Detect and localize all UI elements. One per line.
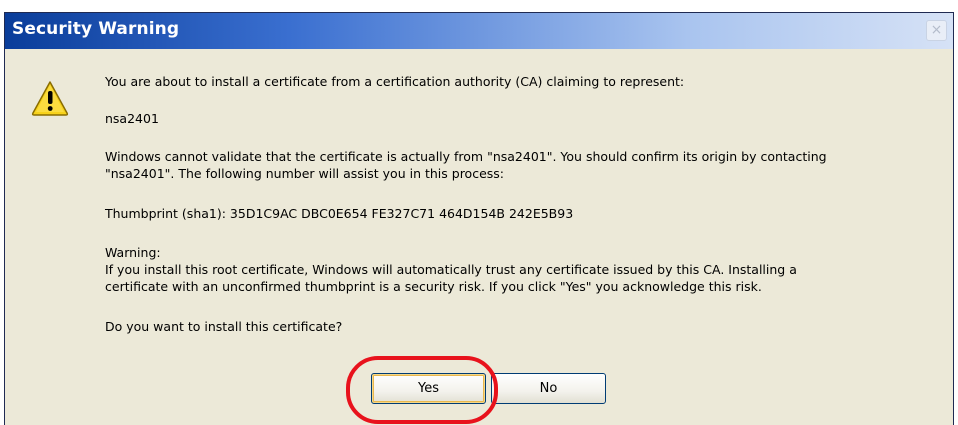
close-icon: × (930, 22, 943, 38)
page: Security Warning × You are about to inst… (0, 0, 958, 425)
validation-text: Windows cannot validate that the certifi… (105, 149, 827, 181)
ca-name-text: nsa2401 (105, 111, 159, 126)
warning-label: Warning: (105, 245, 161, 260)
thumbprint-text: Thumbprint (sha1): 35D1C9AC DBC0E654 FE3… (105, 206, 574, 221)
warning-body-text: If you install this root certificate, Wi… (105, 262, 797, 294)
intro-text: You are about to install a certificate f… (105, 74, 685, 89)
install-question: Do you want to install this certificate? (105, 319, 343, 334)
window-title: Security Warning (12, 19, 180, 39)
yes-button[interactable]: Yes (371, 373, 486, 404)
title-bar[interactable]: Security Warning × (5, 13, 953, 49)
security-warning-dialog: Security Warning × You are about to inst… (4, 12, 954, 425)
close-button[interactable]: × (926, 20, 947, 41)
warning-icon (31, 81, 69, 116)
no-button[interactable]: No (491, 373, 606, 404)
